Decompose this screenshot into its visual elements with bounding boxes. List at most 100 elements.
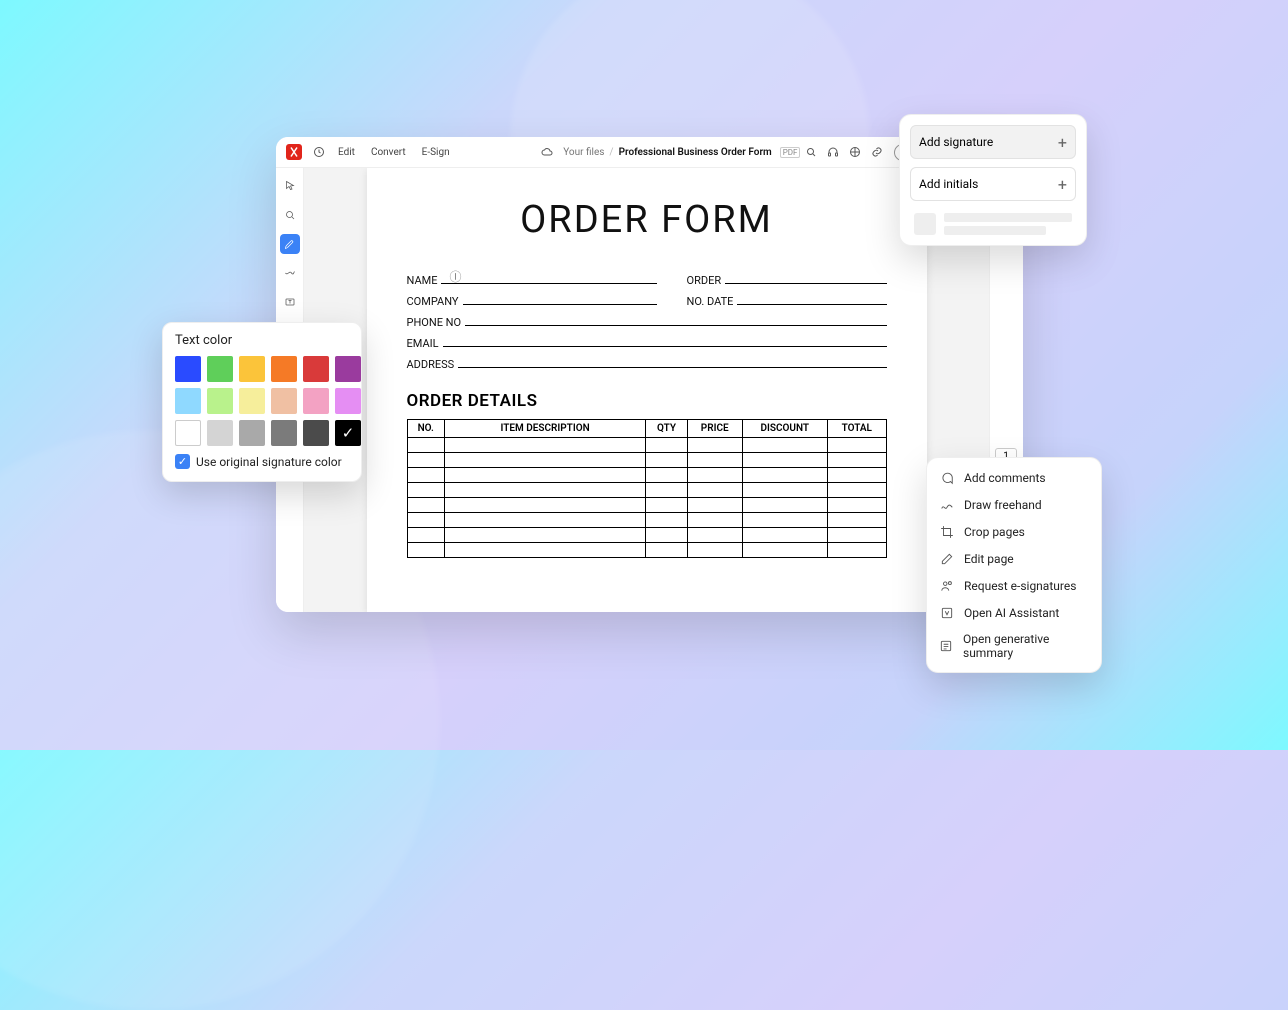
color-swatch[interactable] (207, 388, 233, 414)
ai-icon (939, 605, 954, 620)
field-label: PHONE NO (407, 316, 462, 329)
text-color-popover: Text color ✓ Use original signature colo… (162, 322, 362, 482)
color-swatch[interactable] (303, 420, 329, 446)
section-title: ORDER DETAILS (407, 391, 887, 411)
cloud-icon (540, 145, 554, 159)
field-label: COMPANY (407, 295, 459, 308)
freehand-icon (939, 497, 954, 512)
app-logo (286, 144, 302, 160)
table-header: TOTAL (828, 420, 886, 438)
color-swatch[interactable] (303, 388, 329, 414)
color-swatch[interactable] (239, 420, 265, 446)
context-menu-label: Edit page (964, 552, 1014, 566)
text-cursor-icon: Ⓘ (449, 268, 461, 285)
add-initials-label: Add initials (919, 177, 978, 191)
checkbox-label: Use original signature color (196, 455, 342, 469)
color-swatch[interactable] (271, 420, 297, 446)
color-swatch[interactable] (271, 388, 297, 414)
menu-convert[interactable]: Convert (371, 147, 406, 158)
context-menu-item[interactable]: Request e-signatures (927, 572, 1101, 599)
field-label: EMAIL (407, 337, 439, 350)
context-menu-item[interactable]: Open AI Assistant (927, 599, 1101, 626)
context-menu-label: Open generative summary (963, 632, 1089, 660)
context-menu: Add comments Draw freehand Crop pages Edit … (926, 457, 1102, 673)
document-canvas[interactable]: ORDER FORM NAMEⒾ ORDER COMPANY NO. DATE … (304, 168, 989, 612)
color-swatch[interactable] (239, 388, 265, 414)
table-row[interactable] (407, 498, 886, 513)
popover-title: Text color (175, 333, 349, 348)
context-menu-label: Request e-signatures (964, 579, 1076, 593)
signature-placeholder (910, 209, 1076, 235)
context-menu-label: Open AI Assistant (964, 606, 1059, 620)
form-line[interactable] (443, 335, 887, 347)
edit-icon (939, 551, 954, 566)
color-swatch[interactable] (271, 356, 297, 382)
add-signature-label: Add signature (919, 135, 993, 149)
color-swatch[interactable] (175, 356, 201, 382)
color-swatch[interactable] (335, 356, 361, 382)
file-ext-badge: PDF (780, 147, 801, 158)
form-line[interactable] (725, 272, 886, 284)
color-swatch[interactable] (335, 420, 361, 446)
comment-icon (939, 470, 954, 485)
color-swatch[interactable] (207, 356, 233, 382)
add-initials-row[interactable]: Add initials + (910, 167, 1076, 201)
context-menu-item[interactable]: Edit page (927, 545, 1101, 572)
form-line[interactable] (737, 293, 886, 305)
text-tool[interactable] (280, 292, 300, 312)
headphones-icon[interactable] (826, 145, 840, 159)
erase-tool[interactable] (280, 263, 300, 283)
menu-edit[interactable]: Edit (338, 147, 355, 158)
field-label: ORDER (687, 274, 722, 287)
color-swatch[interactable] (335, 388, 361, 414)
form-line[interactable]: Ⓘ (441, 272, 656, 284)
context-menu-item[interactable]: Crop pages (927, 518, 1101, 545)
breadcrumb-root[interactable]: Your files (563, 147, 604, 158)
context-menu-item[interactable]: Draw freehand (927, 491, 1101, 518)
form-line[interactable] (465, 314, 886, 326)
recent-icon[interactable] (312, 145, 326, 159)
table-header: QTY (646, 420, 688, 438)
draw-tool[interactable] (280, 234, 300, 254)
table-row[interactable] (407, 513, 886, 528)
table-header: PRICE (687, 420, 742, 438)
form-line[interactable] (458, 356, 886, 368)
context-menu-label: Crop pages (964, 525, 1025, 539)
share-icon[interactable] (848, 145, 862, 159)
pdf-page: ORDER FORM NAMEⒾ ORDER COMPANY NO. DATE … (367, 168, 927, 612)
signature-panel: Add signature + Add initials + (899, 114, 1087, 246)
breadcrumb: Your files / Professional Business Order… (536, 145, 800, 159)
table-row[interactable] (407, 453, 886, 468)
context-menu-label: Add comments (964, 471, 1046, 485)
table-row[interactable] (407, 468, 886, 483)
crop-icon (939, 524, 954, 539)
color-swatch[interactable] (175, 420, 201, 446)
table-row[interactable] (407, 438, 886, 453)
color-swatch[interactable] (239, 356, 265, 382)
color-swatch[interactable] (303, 356, 329, 382)
color-swatch-grid (175, 356, 349, 446)
zoom-tool[interactable] (280, 205, 300, 225)
order-table: NO.ITEM DESCRIPTIONQTYPRICEDISCOUNTTOTAL (407, 419, 887, 558)
color-swatch[interactable] (175, 388, 201, 414)
form-line[interactable] (463, 293, 657, 305)
table-row[interactable] (407, 543, 886, 558)
menu-esign[interactable]: E-Sign (422, 147, 450, 158)
table-row[interactable] (407, 528, 886, 543)
plus-icon: + (1058, 133, 1067, 152)
add-signature-row[interactable]: Add signature + (910, 125, 1076, 159)
context-menu-item[interactable]: Add comments (927, 464, 1101, 491)
search-icon[interactable] (804, 145, 818, 159)
context-menu-item[interactable]: Open generative summary (927, 626, 1101, 666)
cursor-tool[interactable] (280, 176, 300, 196)
context-menu-label: Draw freehand (964, 498, 1042, 512)
field-label: NO. DATE (687, 295, 734, 308)
original-color-checkbox[interactable]: ✓ Use original signature color (175, 454, 349, 469)
people-icon (939, 578, 954, 593)
summary-icon (939, 639, 953, 654)
checkbox-icon: ✓ (175, 454, 190, 469)
link-icon[interactable] (870, 145, 884, 159)
table-header: ITEM DESCRIPTION (445, 420, 646, 438)
color-swatch[interactable] (207, 420, 233, 446)
table-row[interactable] (407, 483, 886, 498)
